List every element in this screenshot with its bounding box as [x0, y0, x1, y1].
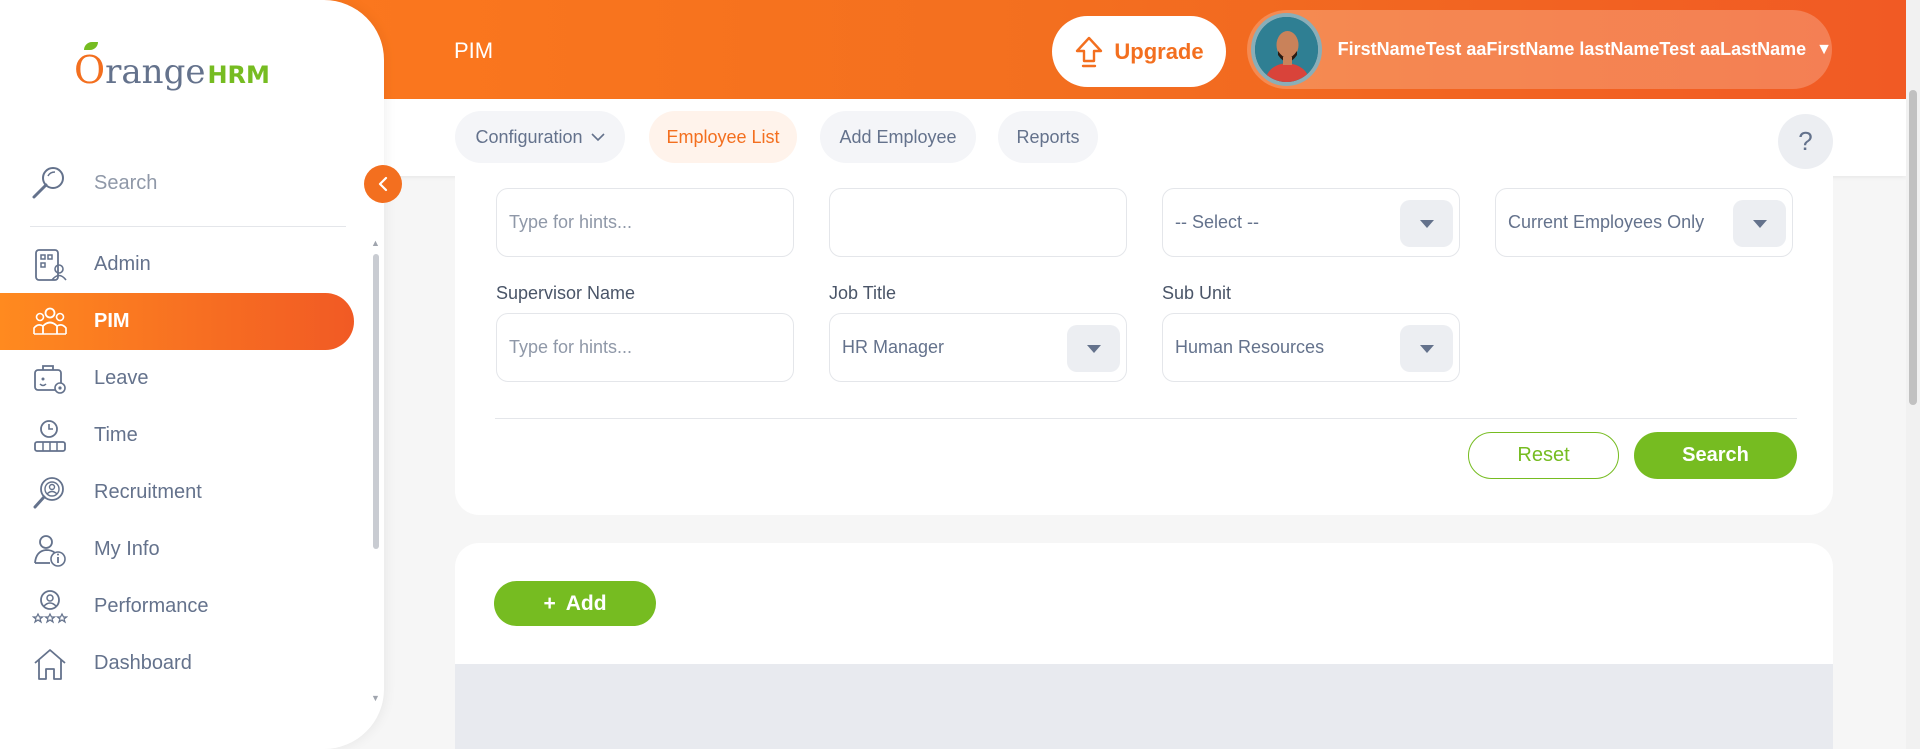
recruitment-icon: [33, 476, 64, 508]
employment-status-value: -- Select --: [1175, 212, 1260, 232]
orangehrm-logo: O range HRM: [74, 42, 270, 92]
sidebar-item-my-info[interactable]: My Info: [0, 521, 354, 578]
my-info-icon: [34, 534, 66, 567]
upgrade-button[interactable]: Upgrade: [1052, 16, 1226, 87]
sidebar-item-time[interactable]: Time: [0, 407, 354, 464]
sidebar-item-pim[interactable]: PIM: [0, 293, 354, 350]
page-scrollbar[interactable]: [1906, 0, 1920, 749]
scroll-down-arrow-icon[interactable]: ▼: [371, 693, 380, 703]
tab-configuration-label: Configuration: [475, 126, 583, 147]
avatar: [1251, 13, 1322, 86]
tab-add-employee-label: Add Employee: [839, 126, 957, 147]
time-icon: [34, 419, 66, 452]
admin-icon: [35, 248, 67, 281]
scroll-up-arrow-icon[interactable]: ▲: [371, 238, 380, 248]
logo-o: O: [74, 48, 106, 92]
chevron-down-icon: [590, 129, 605, 145]
employee-name-input[interactable]: Type for hints...: [496, 188, 794, 257]
help-button[interactable]: ?: [1778, 114, 1833, 169]
add-button-label: Add: [565, 591, 607, 615]
upgrade-arrow-icon: [1076, 36, 1103, 67]
tab-reports-label: Reports: [1016, 126, 1080, 147]
search-button[interactable]: Search: [1634, 432, 1797, 479]
sidebar-divider: [30, 226, 346, 227]
upgrade-label: Upgrade: [1114, 38, 1204, 64]
sidebar-item-label: My Info: [94, 538, 160, 560]
pim-icon: [33, 307, 67, 335]
filter-divider: [495, 418, 1797, 419]
sidebar-item-label: PIM: [94, 310, 130, 332]
sidebar-item-leave[interactable]: Leave: [0, 350, 354, 407]
tab-configuration[interactable]: Configuration: [455, 111, 625, 163]
sidebar-item-admin[interactable]: Admin: [0, 236, 354, 293]
tab-employee-list[interactable]: Employee List: [649, 111, 797, 163]
logo-range: range: [105, 52, 206, 92]
job-title-label: Job Title: [829, 283, 897, 303]
sidebar-scrollbar[interactable]: ▲ ▼: [370, 238, 382, 703]
tab-add-employee[interactable]: Add Employee: [820, 111, 976, 163]
employment-status-select[interactable]: -- Select --: [1162, 188, 1460, 257]
sidebar-scrollbar-thumb[interactable]: [373, 254, 379, 549]
sidebar-menu: Admin PIM Leave Time Recruitment My Info…: [0, 236, 354, 692]
logo-hrm: HRM: [207, 61, 270, 89]
sidebar-search[interactable]: Search: [30, 164, 157, 202]
tab-employee-list-label: Employee List: [666, 126, 780, 147]
tab-reports[interactable]: Reports: [998, 111, 1098, 163]
job-title-select[interactable]: HR Manager: [829, 313, 1127, 382]
table-header: [455, 664, 1833, 749]
page-title: PIM: [454, 38, 494, 63]
sidebar: O range HRM Search Admin PIM Leave Time …: [0, 0, 384, 749]
chevron-left-icon: [378, 176, 388, 192]
sidebar-item-recruitment[interactable]: Recruitment: [0, 464, 354, 521]
leave-icon: [34, 364, 66, 394]
sub-unit-select[interactable]: Human Resources: [1162, 313, 1460, 382]
search-icon: [32, 167, 64, 199]
supervisor-name-label: Supervisor Name: [496, 283, 636, 303]
performance-icon: [32, 589, 68, 623]
include-select[interactable]: Current Employees Only: [1495, 188, 1793, 257]
sub-navigation: Configuration Employee List Add Employee…: [384, 99, 1906, 176]
sidebar-item-performance[interactable]: Performance: [0, 578, 354, 635]
sidebar-item-label: Time: [94, 424, 138, 446]
dropdown-arrow-icon: [1067, 325, 1120, 372]
sidebar-item-label: Admin: [94, 253, 151, 275]
supervisor-name-input[interactable]: Type for hints...: [496, 313, 794, 382]
sidebar-item-label: Performance: [94, 595, 209, 617]
dashboard-icon: [34, 648, 66, 680]
sidebar-item-dashboard[interactable]: Dashboard: [0, 635, 354, 692]
sidebar-search-placeholder: Search: [94, 171, 158, 194]
dropdown-arrow-icon: [1733, 200, 1786, 247]
sidebar-item-label: Recruitment: [94, 481, 202, 503]
page-scrollbar-thumb[interactable]: [1909, 90, 1917, 405]
sidebar-item-label: Dashboard: [94, 652, 192, 674]
sidebar-item-label: Leave: [94, 367, 149, 389]
plus-icon: +: [543, 591, 556, 615]
sub-unit-value: Human Resources: [1175, 337, 1325, 357]
include-value: Current Employees Only: [1508, 212, 1705, 232]
user-dropdown[interactable]: FirstNameTest aaFirstName lastNameTest a…: [1247, 10, 1832, 89]
dropdown-arrow-icon: [1400, 325, 1453, 372]
sidebar-collapse-button[interactable]: [364, 165, 402, 203]
supervisor-name-placeholder: Type for hints...: [509, 337, 633, 357]
help-icon: ?: [1798, 126, 1813, 156]
caret-down-icon: ▼: [1816, 40, 1832, 58]
user-name: FirstNameTest aaFirstName lastNameTest a…: [1337, 39, 1807, 59]
reset-button[interactable]: Reset: [1468, 432, 1619, 479]
employee-name-placeholder: Type for hints...: [509, 212, 633, 232]
employee-id-input[interactable]: [829, 188, 1127, 257]
dropdown-arrow-icon: [1400, 200, 1453, 247]
sub-unit-label: Sub Unit: [1162, 283, 1232, 303]
job-title-value: HR Manager: [842, 337, 945, 357]
add-employee-button[interactable]: + Add: [494, 581, 656, 626]
